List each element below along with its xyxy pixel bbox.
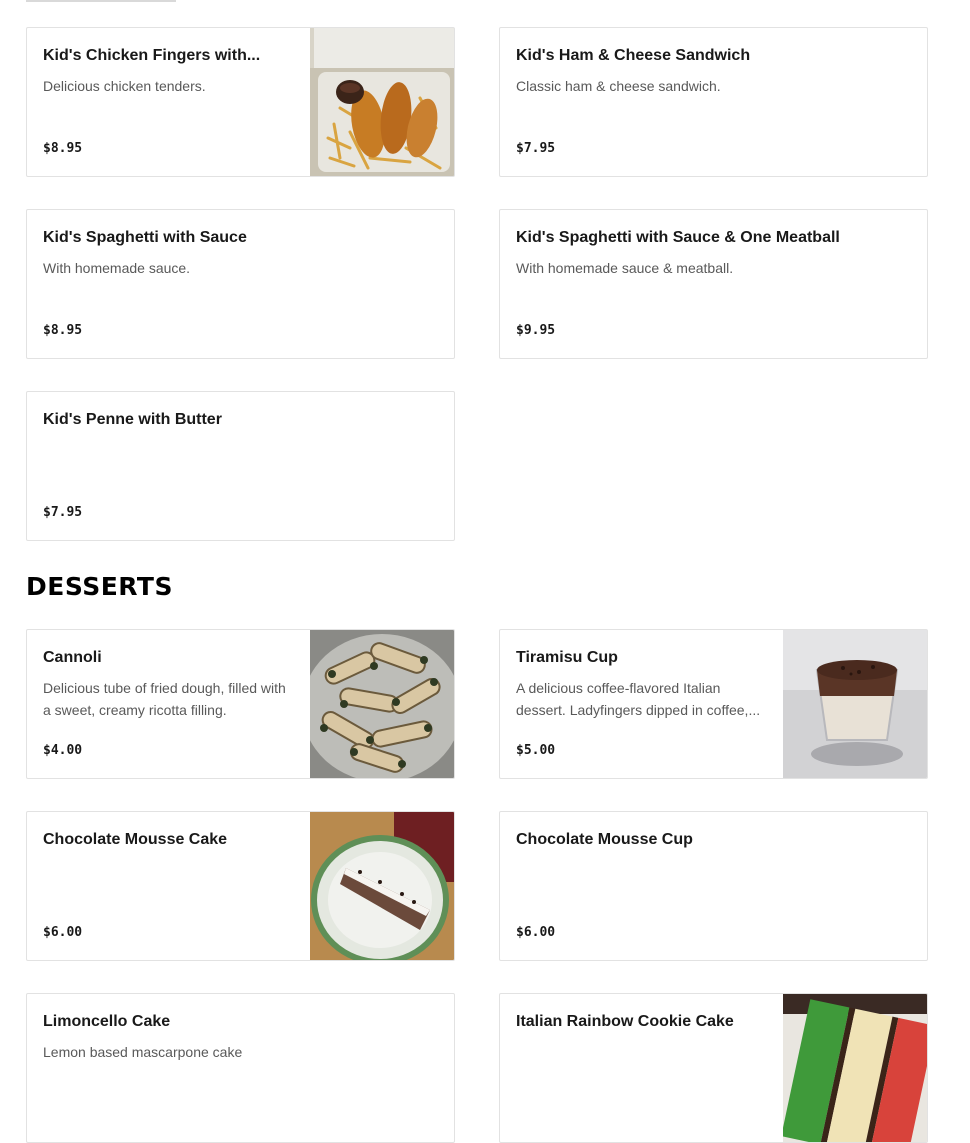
item-name: Chocolate Mousse Cup [516, 832, 693, 848]
menu-item-card[interactable]: Cannoli Delicious tube of fried dough, f… [26, 629, 455, 779]
item-description: Delicious tube of fried dough, filled wi… [43, 680, 286, 718]
menu-item-card[interactable]: Tiramisu Cup A delicious coffee-flavored… [499, 629, 928, 779]
menu-item-card[interactable]: Italian Rainbow Cookie Cake [499, 993, 928, 1143]
item-description: Delicious chicken tenders. [43, 78, 206, 94]
item-name: Tiramisu Cup [516, 650, 618, 666]
chocolate-mousse-cake-photo [310, 812, 454, 960]
item-name: Kid's Spaghetti with Sauce & One Meatbal… [516, 230, 840, 246]
menu-item-card[interactable]: Kid's Chicken Fingers with... Delicious … [26, 27, 455, 177]
chicken-fingers-photo [310, 28, 454, 176]
previous-section-heading-fragment [26, 0, 176, 4]
item-price: $6.00 [43, 925, 83, 940]
item-name: Cannoli [43, 650, 102, 666]
menu-item-card[interactable]: Limoncello Cake Lemon based mascarpone c… [26, 993, 455, 1143]
item-price: $8.95 [43, 323, 83, 338]
item-description: With homemade sauce & meatball. [516, 260, 734, 276]
item-name: Limoncello Cake [43, 1014, 171, 1030]
item-description: With homemade sauce. [43, 260, 191, 276]
item-name: Kid's Spaghetti with Sauce [43, 230, 247, 246]
tiramisu-cup-photo [783, 630, 927, 778]
menu-item-card[interactable]: Kid's Spaghetti with Sauce & One Meatbal… [499, 209, 928, 359]
item-price: $7.95 [43, 505, 83, 520]
menu-item-card[interactable]: Kid's Penne with Butter $7.95 [26, 391, 455, 541]
section-title-desserts: DESSERTS [26, 572, 173, 601]
item-description: Classic ham & cheese sandwich. [516, 78, 721, 94]
item-name: Italian Rainbow Cookie Cake [516, 1014, 734, 1030]
cannoli-photo [310, 630, 454, 778]
item-description: Lemon based mascarpone cake [43, 1044, 243, 1060]
item-name: Kid's Penne with Butter [43, 412, 222, 428]
item-price: $4.00 [43, 743, 83, 758]
rainbow-cookie-cake-photo [783, 994, 927, 1142]
item-name: Chocolate Mousse Cake [43, 832, 228, 848]
item-name: Kid's Chicken Fingers with... [43, 48, 261, 64]
item-price: $6.00 [516, 925, 556, 940]
item-price: $9.95 [516, 323, 556, 338]
item-price: $8.95 [43, 141, 83, 156]
menu-item-card[interactable]: Chocolate Mousse Cake $6.00 [26, 811, 455, 961]
menu-item-card[interactable]: Kid's Ham & Cheese Sandwich Classic ham … [499, 27, 928, 177]
menu-item-card[interactable]: Kid's Spaghetti with Sauce With homemade… [26, 209, 455, 359]
menu-item-card[interactable]: Chocolate Mousse Cup $6.00 [499, 811, 928, 961]
item-name: Kid's Ham & Cheese Sandwich [516, 48, 751, 64]
item-price: $7.95 [516, 141, 556, 156]
item-description: A delicious coffee-flavored Italian dess… [516, 680, 761, 718]
item-price: $5.00 [516, 743, 556, 758]
